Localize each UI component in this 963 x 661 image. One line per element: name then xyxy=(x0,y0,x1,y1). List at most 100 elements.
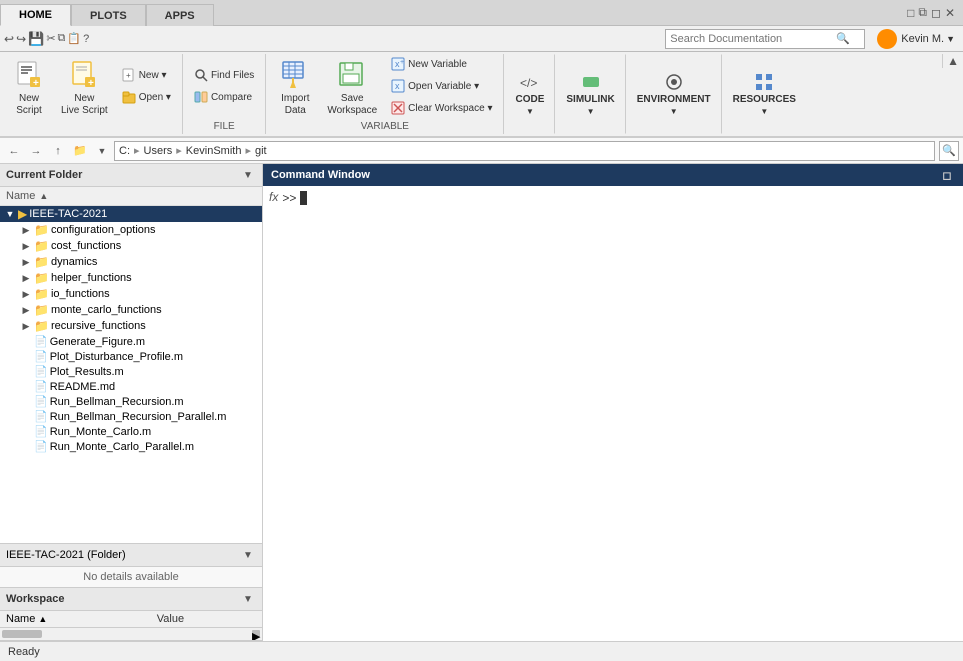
restore-icon[interactable]: ⧉ xyxy=(918,5,927,20)
nav-browse-button[interactable]: 📁 xyxy=(70,141,90,161)
workspace-scroll-right-btn[interactable]: ▶ xyxy=(252,630,260,638)
nav-sep-2: ▸ xyxy=(176,144,182,157)
file-tree[interactable]: Name ▲ ▼ ▶ IEEE-TAC-2021 ▶ 📁 configurati… xyxy=(0,187,262,543)
new-script-button[interactable]: + NewScript xyxy=(6,56,52,120)
user-name[interactable]: Kevin M. xyxy=(901,33,944,45)
redo-icon[interactable]: ↪ xyxy=(16,32,26,46)
new-button[interactable]: + New ▾ xyxy=(117,65,176,85)
environment-collapse[interactable]: ENVIRONMENT ▼ xyxy=(626,54,722,134)
tree-item-gen-fig[interactable]: 📄 Generate_Figure.m xyxy=(0,334,262,349)
tree-item-run-bell[interactable]: 📄 Run_Bellman_Recursion.m xyxy=(0,394,262,409)
new-label: New ▾ xyxy=(139,70,167,81)
expand-recursive-icon[interactable]: ▶ xyxy=(20,320,32,332)
helper-folder-icon: 📁 xyxy=(34,271,49,285)
find-files-button[interactable]: Find Files xyxy=(189,65,259,85)
tree-item-plot-res[interactable]: 📄 Plot_Results.m xyxy=(0,364,262,379)
search-icon[interactable]: 🔍 xyxy=(836,32,853,45)
simulink-chevron: ▼ xyxy=(587,107,595,116)
clear-workspace-icon xyxy=(391,101,405,115)
current-folder-collapse-icon[interactable]: ▼ xyxy=(240,167,256,183)
expand-helper-icon[interactable]: ▶ xyxy=(20,272,32,284)
ribbon-collapse-arrow[interactable]: ▲ xyxy=(942,54,963,68)
open-variable-button[interactable]: x Open Variable ▾ xyxy=(386,76,497,96)
nav-up-button[interactable]: ↑ xyxy=(48,141,68,161)
command-window-maximize-icon[interactable]: ◻ xyxy=(939,167,955,183)
nav-search-button[interactable]: 🔍 xyxy=(939,141,959,161)
user-dropdown-icon[interactable]: ▼ xyxy=(946,34,955,44)
nav-path[interactable]: C: ▸ Users ▸ KevinSmith ▸ git xyxy=(114,141,935,161)
detail-header: IEEE-TAC-2021 (Folder) ▼ xyxy=(0,544,262,567)
minimize-icon[interactable]: □ xyxy=(907,6,914,20)
tree-item-io[interactable]: ▶ 📁 io_functions xyxy=(0,286,262,302)
maximize-icon[interactable]: ◻ xyxy=(931,6,941,20)
tree-item-cfg[interactable]: ▶ 📁 configuration_options xyxy=(0,222,262,238)
nav-forward-button[interactable]: → xyxy=(26,141,46,161)
undo-icon[interactable]: ↩ xyxy=(4,32,14,46)
tree-item-run-mc[interactable]: 📄 Run_Monte_Carlo.m xyxy=(0,424,262,439)
new-variable-button[interactable]: x+ New Variable xyxy=(386,54,497,74)
workspace-name-col[interactable]: Name ▲ xyxy=(0,611,151,628)
workspace-value-col[interactable]: Value xyxy=(151,611,262,628)
expand-dyn-icon[interactable]: ▶ xyxy=(20,256,32,268)
tab-plots[interactable]: PLOTS xyxy=(71,4,146,26)
help-icon[interactable]: ? xyxy=(83,33,89,45)
environment-label: ENVIRONMENT xyxy=(637,94,711,105)
tree-item-readme[interactable]: 📄 README.md xyxy=(0,379,262,394)
simulink-collapse[interactable]: SIMULINK ▼ xyxy=(555,54,625,134)
expand-cfg-icon[interactable]: ▶ xyxy=(20,224,32,236)
tree-item-plot-dist[interactable]: 📄 Plot_Disturbance_Profile.m xyxy=(0,349,262,364)
workspace-value-label: Value xyxy=(157,613,184,625)
resources-collapse[interactable]: RESOURCES ▼ xyxy=(722,54,806,134)
new-script-label: NewScript xyxy=(16,93,42,117)
new-live-script-button[interactable]: + NewLive Script xyxy=(54,56,115,120)
search-box[interactable]: 🔍 xyxy=(665,29,865,49)
tree-item-run-mc-par[interactable]: 📄 Run_Monte_Carlo_Parallel.m xyxy=(0,439,262,454)
command-prompt-line[interactable]: fx >> xyxy=(269,190,957,205)
code-collapse[interactable]: </> CODE ▼ xyxy=(504,54,555,134)
tree-item-cost[interactable]: ▶ 📁 cost_functions xyxy=(0,238,262,254)
ribbon-buttons-variable: ImportData SaveWorkspace x+ New Variable xyxy=(272,56,497,121)
monte-folder-icon: 📁 xyxy=(34,303,49,317)
command-window-body[interactable]: fx >> xyxy=(263,186,963,641)
nav-back-button[interactable]: ← xyxy=(4,141,24,161)
expand-io-icon[interactable]: ▶ xyxy=(20,288,32,300)
resources-label: RESOURCES xyxy=(733,94,796,105)
root-folder-icon: ▶ xyxy=(18,207,27,221)
tab-home[interactable]: HOME xyxy=(0,4,71,26)
detail-collapse-icon[interactable]: ▼ xyxy=(240,547,256,563)
nav-path-users[interactable]: Users xyxy=(144,145,173,157)
copy-icon[interactable]: ⧉ xyxy=(58,32,66,45)
compare-button[interactable]: Compare xyxy=(189,87,259,107)
cut-icon[interactable]: ✂ xyxy=(46,32,55,45)
ribbon-toggle-icon[interactable]: ▲ xyxy=(947,54,959,68)
expand-cost-icon[interactable]: ▶ xyxy=(20,240,32,252)
nav-path-user[interactable]: KevinSmith xyxy=(186,145,242,157)
tree-item-run-bell-par[interactable]: 📄 Run_Bellman_Recursion_Parallel.m xyxy=(0,409,262,424)
new-live-script-label: NewLive Script xyxy=(61,93,108,117)
clear-workspace-button[interactable]: Clear Workspace ▾ xyxy=(386,98,497,118)
tree-item-root[interactable]: ▼ ▶ IEEE-TAC-2021 xyxy=(0,206,262,222)
tree-item-recursive[interactable]: ▶ 📁 recursive_functions xyxy=(0,318,262,334)
save-quick-icon[interactable]: 💾 xyxy=(28,31,44,47)
workspace-scroll-thumb[interactable] xyxy=(2,630,42,638)
nav-path-drive[interactable]: C: xyxy=(119,145,130,157)
search-input[interactable] xyxy=(666,33,836,45)
close-icon[interactable]: ✕ xyxy=(945,6,955,20)
expand-monte-icon[interactable]: ▶ xyxy=(20,304,32,316)
nav-path-git[interactable]: git xyxy=(255,145,267,157)
tree-item-monte[interactable]: ▶ 📁 monte_carlo_functions xyxy=(0,302,262,318)
tab-apps[interactable]: APPS xyxy=(146,4,214,26)
paste-icon[interactable]: 📋 xyxy=(67,32,81,45)
open-button[interactable]: Open ▾ xyxy=(117,87,176,107)
dyn-folder-icon: 📁 xyxy=(34,255,49,269)
tree-item-dyn[interactable]: ▶ 📁 dynamics xyxy=(0,254,262,270)
save-workspace-button[interactable]: SaveWorkspace xyxy=(320,56,384,120)
new-live-script-svg: + xyxy=(69,60,99,90)
tree-item-helper[interactable]: ▶ 📁 helper_functions xyxy=(0,270,262,286)
workspace-collapse-icon[interactable]: ▼ xyxy=(240,591,256,607)
workspace-scroll[interactable]: ▶ xyxy=(0,628,262,641)
nav-recent-button[interactable]: ▼ xyxy=(92,141,112,161)
import-data-button[interactable]: ImportData xyxy=(272,56,318,120)
status-text: Ready xyxy=(8,646,40,658)
expand-root-icon[interactable]: ▼ xyxy=(4,208,16,220)
